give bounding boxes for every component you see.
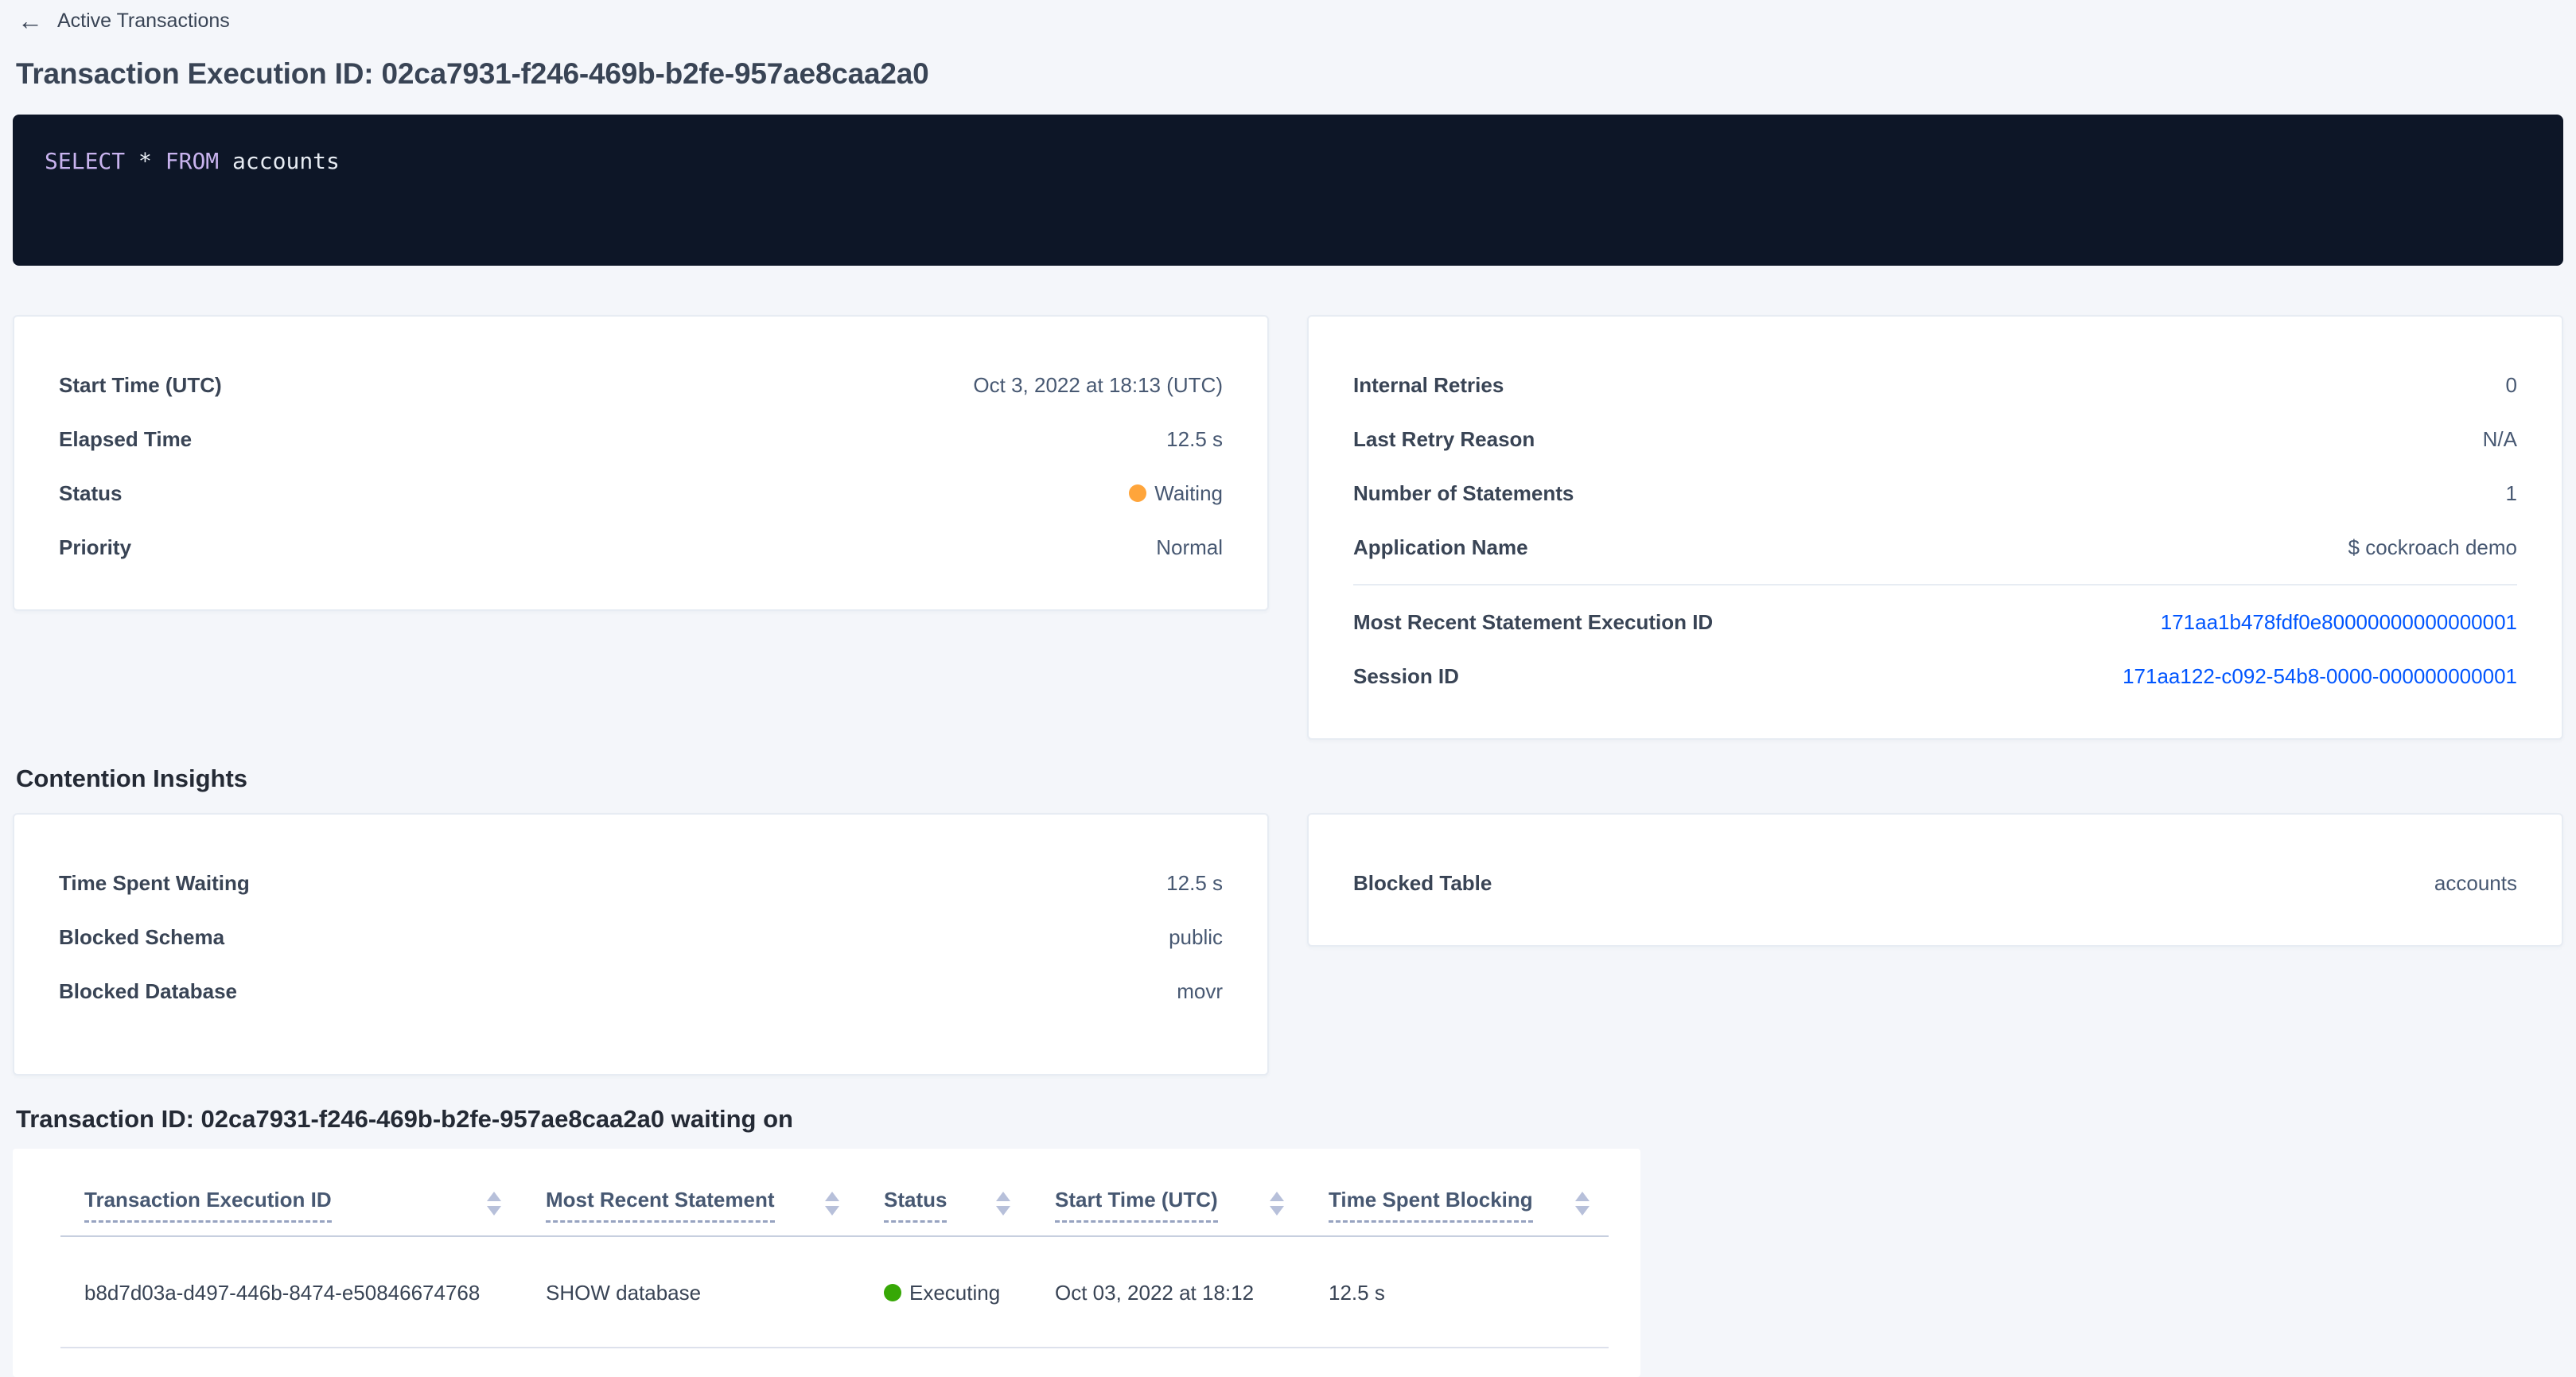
sql-table-name: accounts bbox=[232, 148, 340, 174]
sort-icon[interactable] bbox=[996, 1187, 1010, 1216]
column-header-start-time[interactable]: Start Time (UTC) bbox=[1055, 1149, 1329, 1236]
execution-details-card: Internal Retries 0 Last Retry Reason N/A… bbox=[1307, 315, 2563, 740]
status-waiting-dot-icon bbox=[1129, 484, 1146, 502]
row-value: 1 bbox=[2506, 480, 2517, 506]
row-label: Blocked Database bbox=[59, 978, 237, 1004]
contention-row-time-spent-waiting: Time Spent Waiting 12.5 s bbox=[59, 856, 1223, 910]
cell-most-recent-statement: SHOW database bbox=[546, 1236, 884, 1348]
summary-row-elapsed-time: Elapsed Time 12.5 s bbox=[59, 412, 1223, 466]
column-header-status[interactable]: Status bbox=[884, 1149, 1055, 1236]
row-value: $ cockroach demo bbox=[2348, 535, 2517, 560]
row-label: Internal Retries bbox=[1353, 372, 1504, 398]
waiting-on-table-card: Transaction Execution ID Most Recent Sta… bbox=[13, 1149, 1640, 1377]
row-label: Priority bbox=[59, 535, 131, 560]
row-label: Last Retry Reason bbox=[1353, 426, 1535, 452]
row-value: Normal bbox=[1156, 535, 1223, 560]
details-row-number-of-statements: Number of Statements 1 bbox=[1353, 466, 2517, 520]
status-text: Executing bbox=[909, 1280, 1000, 1305]
page-title: Transaction Execution ID: 02ca7931-f246-… bbox=[16, 57, 2563, 91]
row-label: Session ID bbox=[1353, 663, 1459, 689]
summary-row-start-time: Start Time (UTC) Oct 3, 2022 at 18:13 (U… bbox=[59, 358, 1223, 412]
column-header-label: Most Recent Statement bbox=[546, 1187, 775, 1223]
sql-star: * bbox=[138, 148, 152, 174]
table-header-row: Transaction Execution ID Most Recent Sta… bbox=[60, 1149, 1609, 1236]
session-id-link[interactable]: 171aa122-c092-54b8-0000-000000000001 bbox=[2123, 663, 2517, 689]
transaction-details-page: ← Active Transactions Transaction Execut… bbox=[0, 0, 2576, 1377]
row-value: accounts bbox=[2434, 870, 2517, 896]
sql-keyword-from: FROM bbox=[165, 148, 219, 174]
status-text: Waiting bbox=[1154, 480, 1223, 506]
column-header-transaction-execution-id[interactable]: Transaction Execution ID bbox=[60, 1149, 546, 1236]
back-arrow-icon: ← bbox=[18, 8, 43, 33]
column-header-time-spent-blocking[interactable]: Time Spent Blocking bbox=[1329, 1149, 1609, 1236]
row-label: Time Spent Waiting bbox=[59, 870, 250, 896]
row-label: Elapsed Time bbox=[59, 426, 192, 452]
column-header-label: Status bbox=[884, 1187, 947, 1223]
row-value: movr bbox=[1177, 978, 1223, 1004]
breadcrumb-back-link[interactable]: ← Active Transactions bbox=[13, 8, 2563, 33]
statement-execution-id-link[interactable]: 171aa1b478fdf0e80000000000000001 bbox=[2161, 609, 2517, 635]
contention-row-blocked-schema: Blocked Schema public bbox=[59, 910, 1223, 964]
contention-cards-row: Time Spent Waiting 12.5 s Blocked Schema… bbox=[13, 813, 2563, 1076]
sort-icon[interactable] bbox=[1270, 1187, 1284, 1216]
contention-insights-heading: Contention Insights bbox=[16, 764, 2563, 794]
status-badge: Executing bbox=[884, 1280, 1055, 1305]
contention-row-blocked-database: Blocked Database movr bbox=[59, 964, 1223, 1039]
cell-transaction-execution-id: b8d7d03a-d497-446b-8474-e50846674768 bbox=[60, 1236, 546, 1348]
sort-icon[interactable] bbox=[487, 1187, 501, 1216]
summary-cards-row: Start Time (UTC) Oct 3, 2022 at 18:13 (U… bbox=[13, 315, 2563, 740]
row-label: Number of Statements bbox=[1353, 480, 1574, 506]
row-label: Blocked Table bbox=[1353, 870, 1492, 896]
row-label: Status bbox=[59, 480, 122, 506]
row-value: 12.5 s bbox=[1166, 426, 1223, 452]
details-row-application-name: Application Name $ cockroach demo bbox=[1353, 520, 2517, 574]
row-value: public bbox=[1169, 924, 1223, 950]
details-row-session-id: Session ID 171aa122-c092-54b8-0000-00000… bbox=[1353, 649, 2517, 703]
contention-row-blocked-table: Blocked Table accounts bbox=[1353, 856, 2517, 910]
row-label: Start Time (UTC) bbox=[59, 372, 222, 398]
summary-row-priority: Priority Normal bbox=[59, 520, 1223, 574]
card-divider bbox=[1353, 584, 2517, 585]
row-value: N/A bbox=[2483, 426, 2517, 452]
row-value: 0 bbox=[2506, 372, 2517, 398]
contention-left-card: Time Spent Waiting 12.5 s Blocked Schema… bbox=[13, 813, 1269, 1076]
sql-keyword-select: SELECT bbox=[45, 148, 125, 174]
cell-status: Executing bbox=[884, 1236, 1055, 1348]
details-row-internal-retries: Internal Retries 0 bbox=[1353, 358, 2517, 412]
execution-summary-card: Start Time (UTC) Oct 3, 2022 at 18:13 (U… bbox=[13, 315, 1269, 611]
column-header-most-recent-statement[interactable]: Most Recent Statement bbox=[546, 1149, 884, 1236]
status-badge: Waiting bbox=[1129, 480, 1223, 506]
waiting-on-heading: Transaction ID: 02ca7931-f246-469b-b2fe-… bbox=[16, 1104, 2563, 1134]
details-row-last-retry-reason: Last Retry Reason N/A bbox=[1353, 412, 2517, 466]
summary-row-status: Status Waiting bbox=[59, 466, 1223, 520]
row-label: Blocked Schema bbox=[59, 924, 224, 950]
status-executing-dot-icon bbox=[884, 1284, 901, 1301]
row-value: Oct 3, 2022 at 18:13 (UTC) bbox=[973, 372, 1223, 398]
cell-start-time: Oct 03, 2022 at 18:12 bbox=[1055, 1236, 1329, 1348]
row-value: 12.5 s bbox=[1166, 870, 1223, 896]
sql-statement-box: SELECT * FROM accounts bbox=[13, 115, 2563, 266]
sort-icon[interactable] bbox=[825, 1187, 839, 1216]
waiting-on-table: Transaction Execution ID Most Recent Sta… bbox=[60, 1149, 1609, 1348]
sort-icon[interactable] bbox=[1575, 1187, 1590, 1216]
row-label: Most Recent Statement Execution ID bbox=[1353, 609, 1713, 635]
cell-time-spent-blocking: 12.5 s bbox=[1329, 1236, 1609, 1348]
breadcrumb-label: Active Transactions bbox=[57, 8, 230, 33]
table-row: b8d7d03a-d497-446b-8474-e50846674768 SHO… bbox=[60, 1236, 1609, 1348]
column-header-label: Start Time (UTC) bbox=[1055, 1187, 1218, 1223]
column-header-label: Time Spent Blocking bbox=[1329, 1187, 1533, 1223]
contention-right-card: Blocked Table accounts bbox=[1307, 813, 2563, 947]
details-row-statement-execution-id: Most Recent Statement Execution ID 171aa… bbox=[1353, 595, 2517, 649]
row-label: Application Name bbox=[1353, 535, 1528, 560]
column-header-label: Transaction Execution ID bbox=[84, 1187, 332, 1223]
